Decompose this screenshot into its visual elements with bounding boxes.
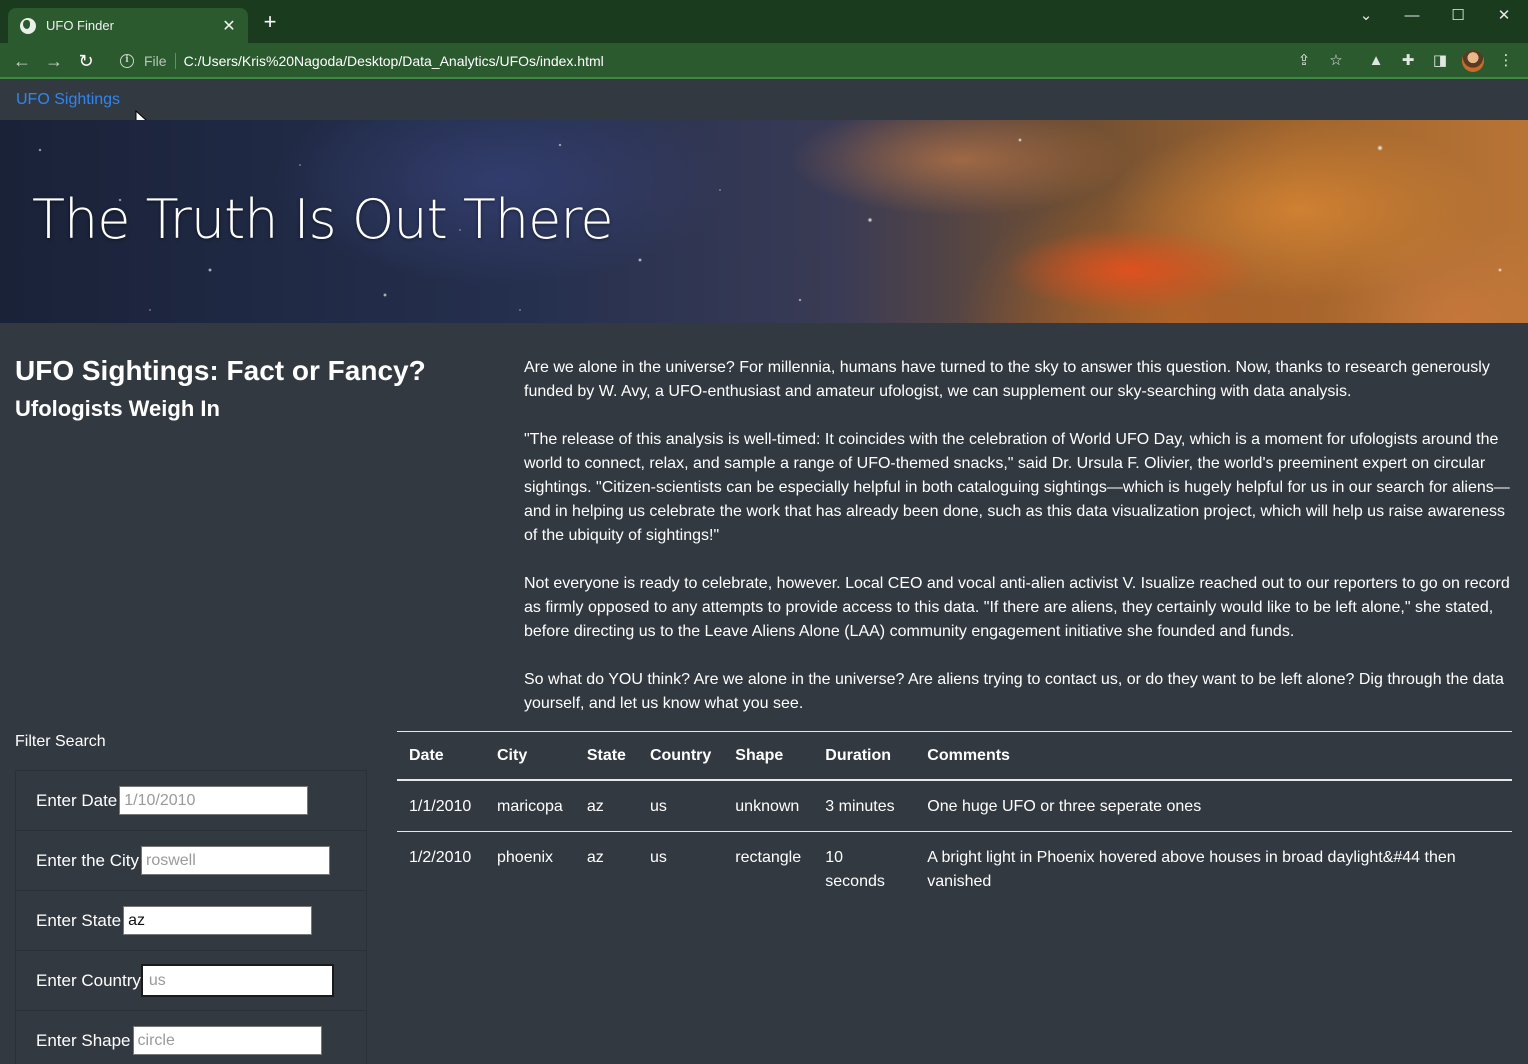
cell-shape: unknown — [723, 780, 814, 832]
cell-state: az — [574, 780, 638, 832]
table-row: 1/1/2010 maricopa az us unknown 3 minute… — [397, 780, 1512, 832]
page-heading: UFO Sightings: Fact or Fancy? — [15, 355, 426, 386]
cell-country: us — [637, 780, 724, 832]
filter-item-shape: Enter Shape — [16, 1011, 366, 1064]
shape-filter-input[interactable] — [132, 1026, 322, 1055]
close-tab-icon[interactable]: ✕ — [220, 16, 238, 36]
column-header-state: State — [574, 731, 638, 781]
table-row: 1/2/2010 phoenix az us rectangle 10 seco… — [397, 832, 1512, 907]
hero-title: The Truth Is Out There — [32, 188, 614, 251]
cell-state: az — [586, 849, 604, 866]
share-icon[interactable]: ⇪ — [1294, 51, 1314, 71]
filter-list: Enter Date Enter the City Enter State En… — [15, 770, 367, 1064]
back-arrow-icon[interactable]: ← — [10, 49, 34, 73]
column-header-comments: Comments — [915, 731, 1512, 781]
column-header-duration: Duration — [813, 731, 916, 781]
country-filter-input[interactable] — [140, 964, 334, 997]
hero-banner: The Truth Is Out There — [0, 120, 1528, 323]
filter-search-title: Filter Search — [15, 733, 106, 750]
state-filter-label: Enter State — [36, 910, 122, 930]
page-subheading: Ufologists Weigh In — [15, 396, 220, 421]
menu-kebab-icon[interactable]: ⋮ — [1496, 51, 1516, 71]
sightings-table-container: Date City State Country Shape Duration C… — [397, 731, 1512, 906]
bookmark-star-icon[interactable]: ☆ — [1326, 51, 1346, 71]
date-filter-label: Enter Date — [36, 790, 118, 810]
cell-city: phoenix — [497, 849, 554, 866]
close-window-button[interactable]: ✕ — [1484, 4, 1524, 28]
address-bar[interactable]: i File C:/Users/Kris%20Nagoda/Desktop/Da… — [110, 47, 1290, 75]
article-paragraph: So what do YOU think? Are we alone in th… — [524, 671, 1504, 712]
new-tab-button[interactable]: + — [258, 11, 282, 35]
cell-duration: 10 seconds — [825, 849, 885, 890]
filter-item-date: Enter Date — [16, 771, 366, 831]
url-text[interactable]: C:/Users/Kris%20Nagoda/Desktop/Data_Anal… — [184, 53, 604, 69]
forward-arrow-icon[interactable]: → — [42, 49, 66, 73]
site-navbar: UFO Sightings — [0, 81, 1528, 120]
reload-icon[interactable]: ↻ — [74, 49, 98, 73]
drive-extension-icon[interactable]: ▲ — [1366, 51, 1386, 71]
browser-tab[interactable]: UFO Finder ✕ — [8, 8, 248, 43]
city-filter-label: Enter the City — [36, 850, 139, 870]
filter-item-state: Enter State — [16, 891, 366, 951]
city-filter-input[interactable] — [141, 846, 330, 875]
filter-item-country: Enter Country — [16, 951, 366, 1011]
browser-toolbar: ← → ↻ i File C:/Users/Kris%20Nagoda/Desk… — [0, 43, 1528, 79]
filter-item-city: Enter the City — [16, 831, 366, 891]
shape-filter-label: Enter Shape — [36, 1030, 131, 1050]
cell-duration: 3 minutes — [813, 780, 916, 832]
side-panel-icon[interactable]: ◨ — [1430, 51, 1450, 71]
cell-country: us — [649, 849, 667, 866]
globe-icon — [20, 17, 36, 34]
tab-search-chevron-icon[interactable]: ⌄ — [1346, 4, 1386, 28]
tab-title: UFO Finder — [46, 18, 114, 33]
article-paragraph: Not everyone is ready to celebrate, howe… — [524, 575, 1510, 640]
cell-comments: One huge UFO or three seperate ones — [915, 780, 1512, 832]
column-header-date: Date — [397, 731, 485, 781]
column-header-shape: Shape — [723, 731, 814, 781]
browser-tab-strip: UFO Finder ✕ + ⌄ — ☐ ✕ — [0, 0, 1528, 43]
table-header-row: Date City State Country Shape Duration C… — [397, 731, 1512, 781]
article-paragraph: "The release of this analysis is well-ti… — [524, 431, 1510, 544]
cell-date: 1/2/2010 — [409, 849, 472, 866]
cell-comments: A bright light in Phoenix hovered above … — [927, 849, 1456, 890]
file-scheme-label: File — [144, 53, 176, 69]
cell-date: 1/1/2010 — [397, 780, 485, 832]
column-header-country: Country — [637, 731, 724, 781]
extensions-puzzle-icon[interactable]: ✚ — [1398, 51, 1418, 71]
sightings-table: Date City State Country Shape Duration C… — [397, 731, 1512, 906]
column-header-city: City — [485, 731, 575, 781]
country-filter-label: Enter Country — [36, 970, 141, 990]
minimize-button[interactable]: — — [1392, 4, 1432, 28]
maximize-button[interactable]: ☐ — [1438, 4, 1478, 28]
navbar-brand-link[interactable]: UFO Sightings — [16, 91, 120, 109]
date-filter-input[interactable] — [119, 786, 309, 815]
article-paragraph: Are we alone in the universe? For millen… — [524, 359, 1490, 400]
article-body: Are we alone in the universe? For millen… — [524, 356, 1514, 740]
state-filter-input[interactable] — [123, 906, 313, 935]
profile-avatar[interactable] — [1462, 50, 1484, 72]
info-icon[interactable]: i — [120, 54, 134, 68]
cell-shape: rectangle — [735, 849, 802, 866]
cell-city: maricopa — [485, 780, 575, 832]
